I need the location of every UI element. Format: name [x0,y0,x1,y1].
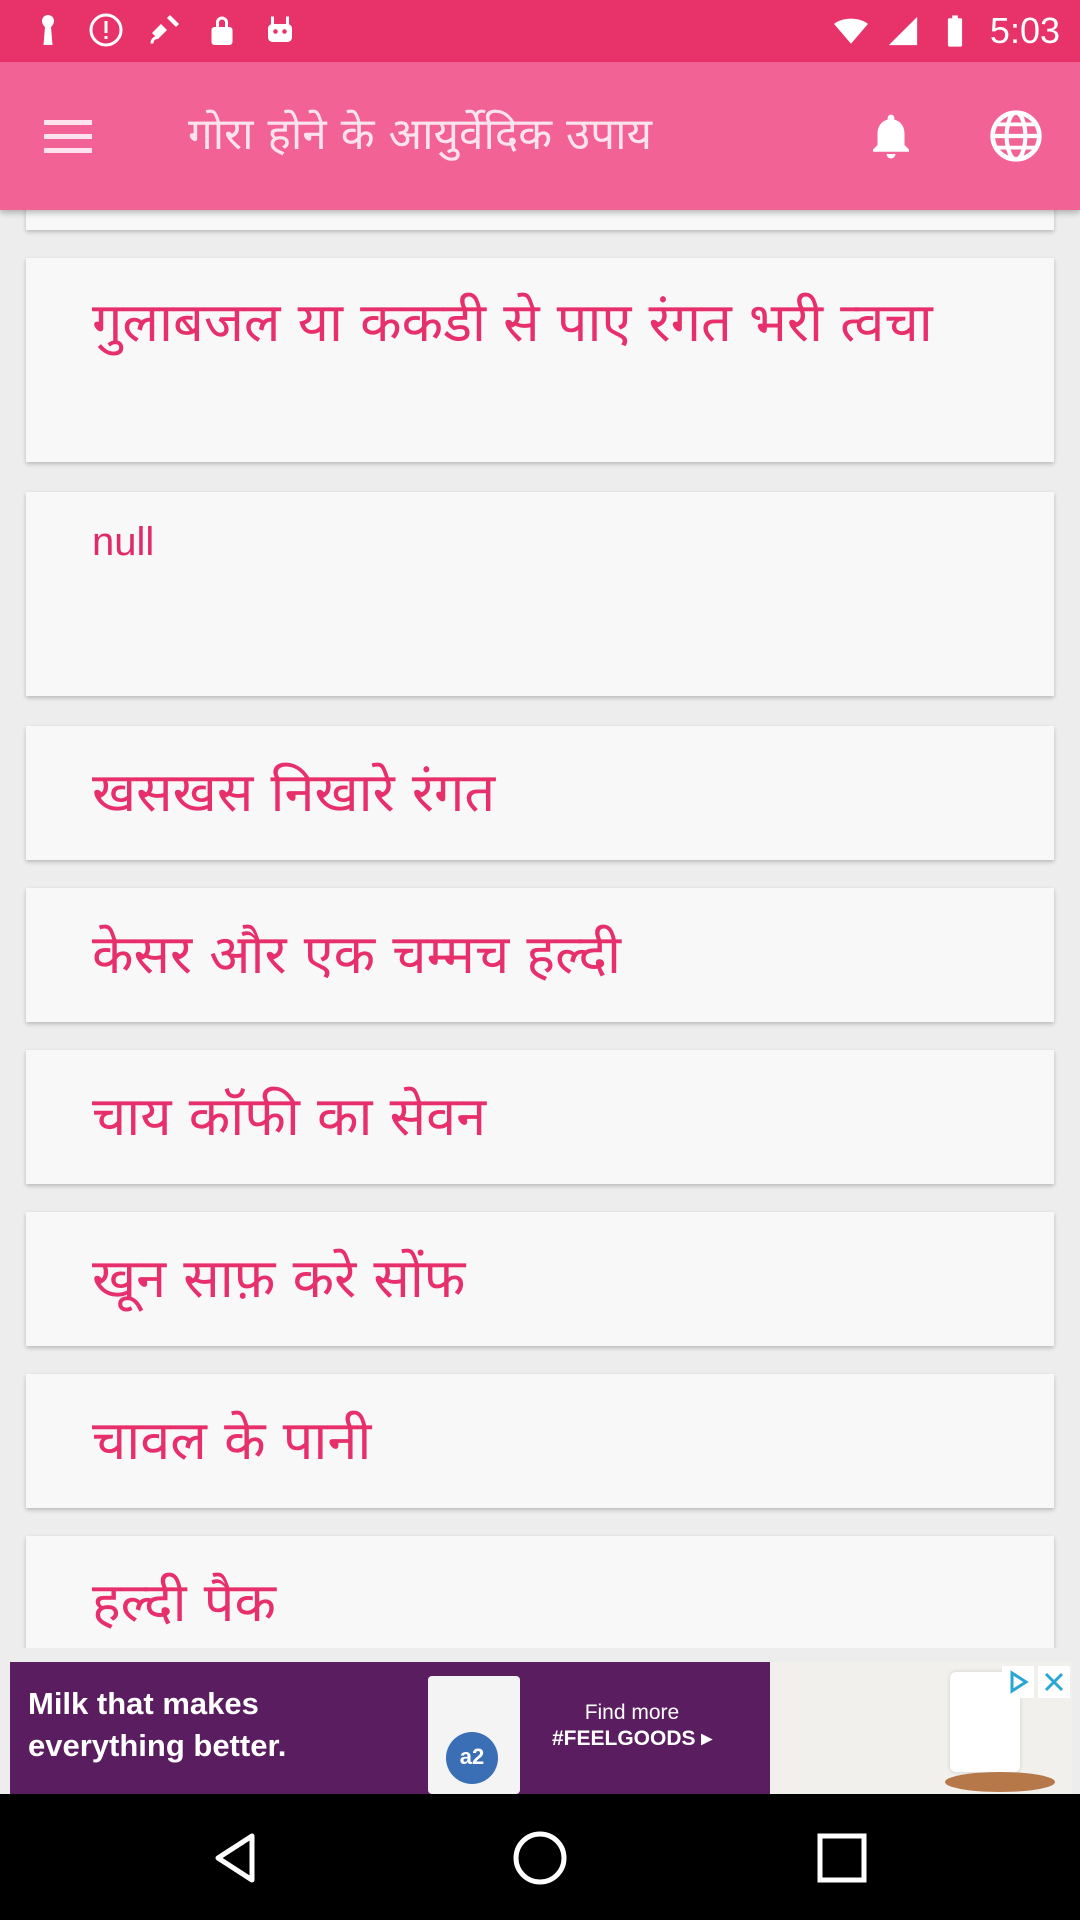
page-title: गोरा होने के आयुर्वेदिक उपाय [188,109,653,160]
list-item[interactable]: हल्दी पैक [26,1536,1054,1648]
list-item-label: null [92,520,155,564]
list-item[interactable]: केसर और एक चम्मच हल्दी [26,888,1054,1022]
ad-hashtag: #FEELGOODS ▸ [552,1727,712,1750]
status-system-icons: 5:03 [833,10,1060,52]
list-item-label: हल्दी पैक [92,1571,276,1634]
app-bar: गोरा होने के आयुर्वेदिक उपाय [0,62,1080,210]
list-item[interactable]: गुलाबजल या ककडी से पाए रंगत भरी त्वचा [26,258,1054,462]
list-item-label: केसर और एक चम्मच हल्दी [92,923,622,986]
pin-icon [42,15,54,45]
battery-icon [947,15,963,47]
list-item[interactable]: चाय कॉफी का सेवन [26,1050,1054,1184]
language-button[interactable] [988,108,1044,164]
globe-icon [990,110,1042,162]
ad-brand-logo: a2 [446,1732,498,1784]
list-item[interactable]: चावल के पानी [26,1374,1054,1508]
bell-icon [873,114,909,159]
home-icon [513,1831,567,1885]
list-item-label: चावल के पानी [92,1409,372,1472]
signal-icon [888,16,918,46]
ad-close-button[interactable] [1038,1666,1070,1698]
list-item[interactable]: null [26,492,1054,696]
recents-icon [817,1833,867,1883]
menu-icon [44,120,92,153]
recents-button[interactable] [810,1826,874,1890]
android-icon [268,16,292,42]
ad-choices-button[interactable] [1002,1666,1034,1698]
status-notification-icons [30,12,298,48]
list-item[interactable]: खून साफ़ करे सोंफ [26,1212,1054,1346]
notifications-button[interactable] [864,108,918,164]
lock-icon [211,16,233,45]
ad-choices-icon [1010,1670,1029,1694]
ad-cta[interactable]: Find more #FEELGOODS ▸ [552,1700,712,1752]
close-icon [1044,1672,1064,1692]
ad-cta-label: Find more [584,1701,680,1724]
list-item-label: खसखस निखारे रंगत [92,761,496,824]
list-item-label: खून साफ़ करे सोंफ [92,1247,466,1310]
ad-banner[interactable]: Milk that makes everything better. a2 Fi… [10,1662,1072,1794]
status-bar: 5:03 [0,0,1080,62]
remedy-list: गुलाबजल या ककडी से पाए रंगत भरी त्वचा nu… [0,210,1080,1648]
navigation-bar [0,1794,1080,1920]
ad-headline-line2: everything better. [28,1728,287,1763]
wifi-icon [833,18,868,44]
clock: 5:03 [989,10,1060,51]
satellite-icon [150,15,179,44]
ad-headline-line1: Milk that makes [28,1686,259,1721]
alert-circle-icon [89,13,123,47]
list-item[interactable] [26,210,1054,230]
back-icon [215,1833,255,1883]
home-button[interactable] [508,1826,572,1890]
list-item[interactable]: खसखस निखारे रंगत [26,726,1054,860]
list-item-label: गुलाबजल या ककडी से पाए रंगत भरी त्वचा [92,291,933,354]
menu-button[interactable] [40,110,96,162]
list-item-label: चाय कॉफी का सेवन [92,1085,487,1148]
cookie-plate-image [945,1772,1055,1792]
back-button[interactable] [206,1826,270,1890]
